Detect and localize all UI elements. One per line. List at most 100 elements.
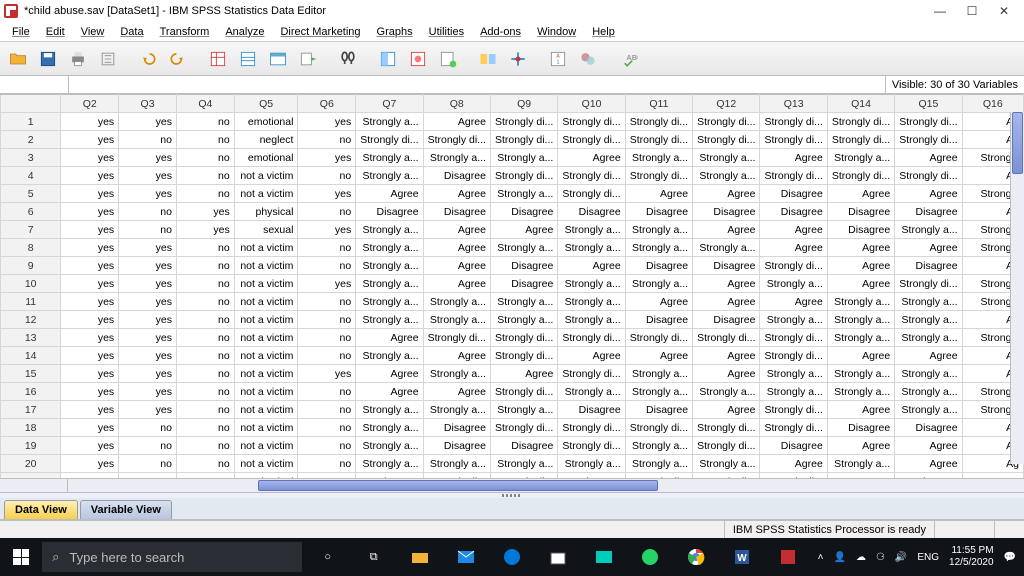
- menu-file[interactable]: File: [4, 24, 38, 40]
- cell[interactable]: Strongly a...: [356, 239, 423, 257]
- cell[interactable]: Agree: [490, 221, 557, 239]
- cell[interactable]: Agree: [895, 347, 962, 365]
- cell[interactable]: yes: [119, 311, 177, 329]
- edge-icon[interactable]: [490, 538, 534, 576]
- cell[interactable]: Disagree: [693, 311, 760, 329]
- start-button[interactable]: [0, 538, 42, 576]
- cell[interactable]: Disagree: [827, 203, 894, 221]
- menu-window[interactable]: Window: [529, 24, 584, 40]
- select-cases-icon[interactable]: [434, 45, 462, 73]
- cell[interactable]: no: [176, 293, 234, 311]
- menu-view[interactable]: View: [73, 24, 113, 40]
- cell[interactable]: Strongly a...: [625, 365, 692, 383]
- cell[interactable]: no: [176, 329, 234, 347]
- close-button[interactable]: ✕: [988, 0, 1020, 22]
- cell[interactable]: Strongly a...: [423, 455, 490, 473]
- cell[interactable]: Strongly a...: [356, 455, 423, 473]
- tray-up-icon[interactable]: ˄: [818, 552, 824, 563]
- cell[interactable]: Strongly di...: [625, 329, 692, 347]
- cell[interactable]: Strongly a...: [490, 455, 557, 473]
- data-grid[interactable]: Q2Q3Q4Q5Q6Q7Q8Q9Q10Q11Q12Q13Q14Q15Q16 1y…: [0, 94, 1024, 478]
- cell[interactable]: Strongly a...: [827, 311, 894, 329]
- row-header[interactable]: 5: [1, 185, 61, 203]
- cell[interactable]: Strongly a...: [625, 455, 692, 473]
- cell[interactable]: Strongly a...: [827, 455, 894, 473]
- cell[interactable]: Disagree: [895, 473, 962, 479]
- cell[interactable]: no: [298, 455, 356, 473]
- cell[interactable]: Agree: [625, 293, 692, 311]
- cell[interactable]: Agree: [423, 239, 490, 257]
- cell[interactable]: Disagree: [895, 419, 962, 437]
- cell[interactable]: Disagree: [490, 203, 557, 221]
- cell[interactable]: no: [119, 203, 177, 221]
- cell[interactable]: Strongly di...: [356, 131, 423, 149]
- cell[interactable]: Strongly a...: [423, 401, 490, 419]
- row-header[interactable]: 1: [1, 113, 61, 131]
- col-header-Q4[interactable]: Q4: [176, 95, 234, 113]
- cell[interactable]: Strongly a...: [895, 329, 962, 347]
- col-header-Q3[interactable]: Q3: [119, 95, 177, 113]
- cell[interactable]: yes: [119, 383, 177, 401]
- photos-icon[interactable]: [582, 538, 626, 576]
- col-header-Q7[interactable]: Q7: [356, 95, 423, 113]
- cell[interactable]: no: [176, 437, 234, 455]
- cell[interactable]: Strongly a...: [827, 293, 894, 311]
- cell[interactable]: Strongly di...: [490, 113, 557, 131]
- cell[interactable]: Disagree: [423, 203, 490, 221]
- cell[interactable]: Disagree: [490, 275, 557, 293]
- cell[interactable]: not a victim: [234, 167, 298, 185]
- tray-lang-icon[interactable]: ENG: [917, 552, 939, 563]
- cell[interactable]: Strongly a...: [895, 365, 962, 383]
- menu-transform[interactable]: Transform: [152, 24, 218, 40]
- cell[interactable]: Agree: [423, 185, 490, 203]
- cell[interactable]: Strongly a...: [356, 275, 423, 293]
- tray-wifi-icon[interactable]: ⚆: [876, 552, 885, 563]
- cell[interactable]: no: [119, 221, 177, 239]
- cell[interactable]: Disagree: [423, 419, 490, 437]
- cell[interactable]: Strongly a...: [423, 149, 490, 167]
- cell[interactable]: Disagree: [693, 257, 760, 275]
- cell[interactable]: Disagree: [895, 203, 962, 221]
- cell[interactable]: Strongly a...: [356, 113, 423, 131]
- cell[interactable]: yes: [61, 167, 119, 185]
- row-header[interactable]: 15: [1, 365, 61, 383]
- print-icon[interactable]: [64, 45, 92, 73]
- cell[interactable]: Strongly di...: [625, 473, 692, 479]
- cell[interactable]: Disagree: [625, 203, 692, 221]
- cell[interactable]: no: [298, 293, 356, 311]
- cell[interactable]: no: [298, 239, 356, 257]
- cell[interactable]: Agree: [693, 293, 760, 311]
- cell[interactable]: Strongly di...: [760, 257, 827, 275]
- cell[interactable]: Agree: [693, 185, 760, 203]
- cell[interactable]: Strongly a...: [693, 383, 760, 401]
- cell[interactable]: Strongly di...: [558, 113, 625, 131]
- cell[interactable]: Strongly a...: [356, 311, 423, 329]
- cell[interactable]: sexual: [234, 221, 298, 239]
- cell[interactable]: Agree: [760, 221, 827, 239]
- cell[interactable]: yes: [298, 113, 356, 131]
- cell[interactable]: Disagree: [423, 167, 490, 185]
- cell[interactable]: no: [176, 347, 234, 365]
- col-header-Q10[interactable]: Q10: [558, 95, 625, 113]
- cell[interactable]: Strongly a...: [693, 149, 760, 167]
- cell[interactable]: Strongly a...: [356, 347, 423, 365]
- row-header[interactable]: 17: [1, 401, 61, 419]
- cell[interactable]: Strongly di...: [490, 131, 557, 149]
- row-header[interactable]: 13: [1, 329, 61, 347]
- cell[interactable]: Agree: [827, 239, 894, 257]
- menu-edit[interactable]: Edit: [38, 24, 73, 40]
- whatsapp-icon[interactable]: [628, 538, 672, 576]
- cell[interactable]: Strongly a...: [356, 419, 423, 437]
- cell[interactable]: no: [176, 383, 234, 401]
- cell[interactable]: Agree: [895, 149, 962, 167]
- cell[interactable]: Strongly a...: [895, 221, 962, 239]
- cell[interactable]: Ag: [962, 473, 1023, 479]
- variables-icon[interactable]: [264, 45, 292, 73]
- cell[interactable]: yes: [61, 203, 119, 221]
- menu-data[interactable]: Data: [112, 24, 151, 40]
- cell[interactable]: Strongly di...: [827, 167, 894, 185]
- cell[interactable]: yes: [61, 419, 119, 437]
- row-header[interactable]: 20: [1, 455, 61, 473]
- show-all-icon[interactable]: A1: [544, 45, 572, 73]
- cell[interactable]: Strongly di...: [693, 131, 760, 149]
